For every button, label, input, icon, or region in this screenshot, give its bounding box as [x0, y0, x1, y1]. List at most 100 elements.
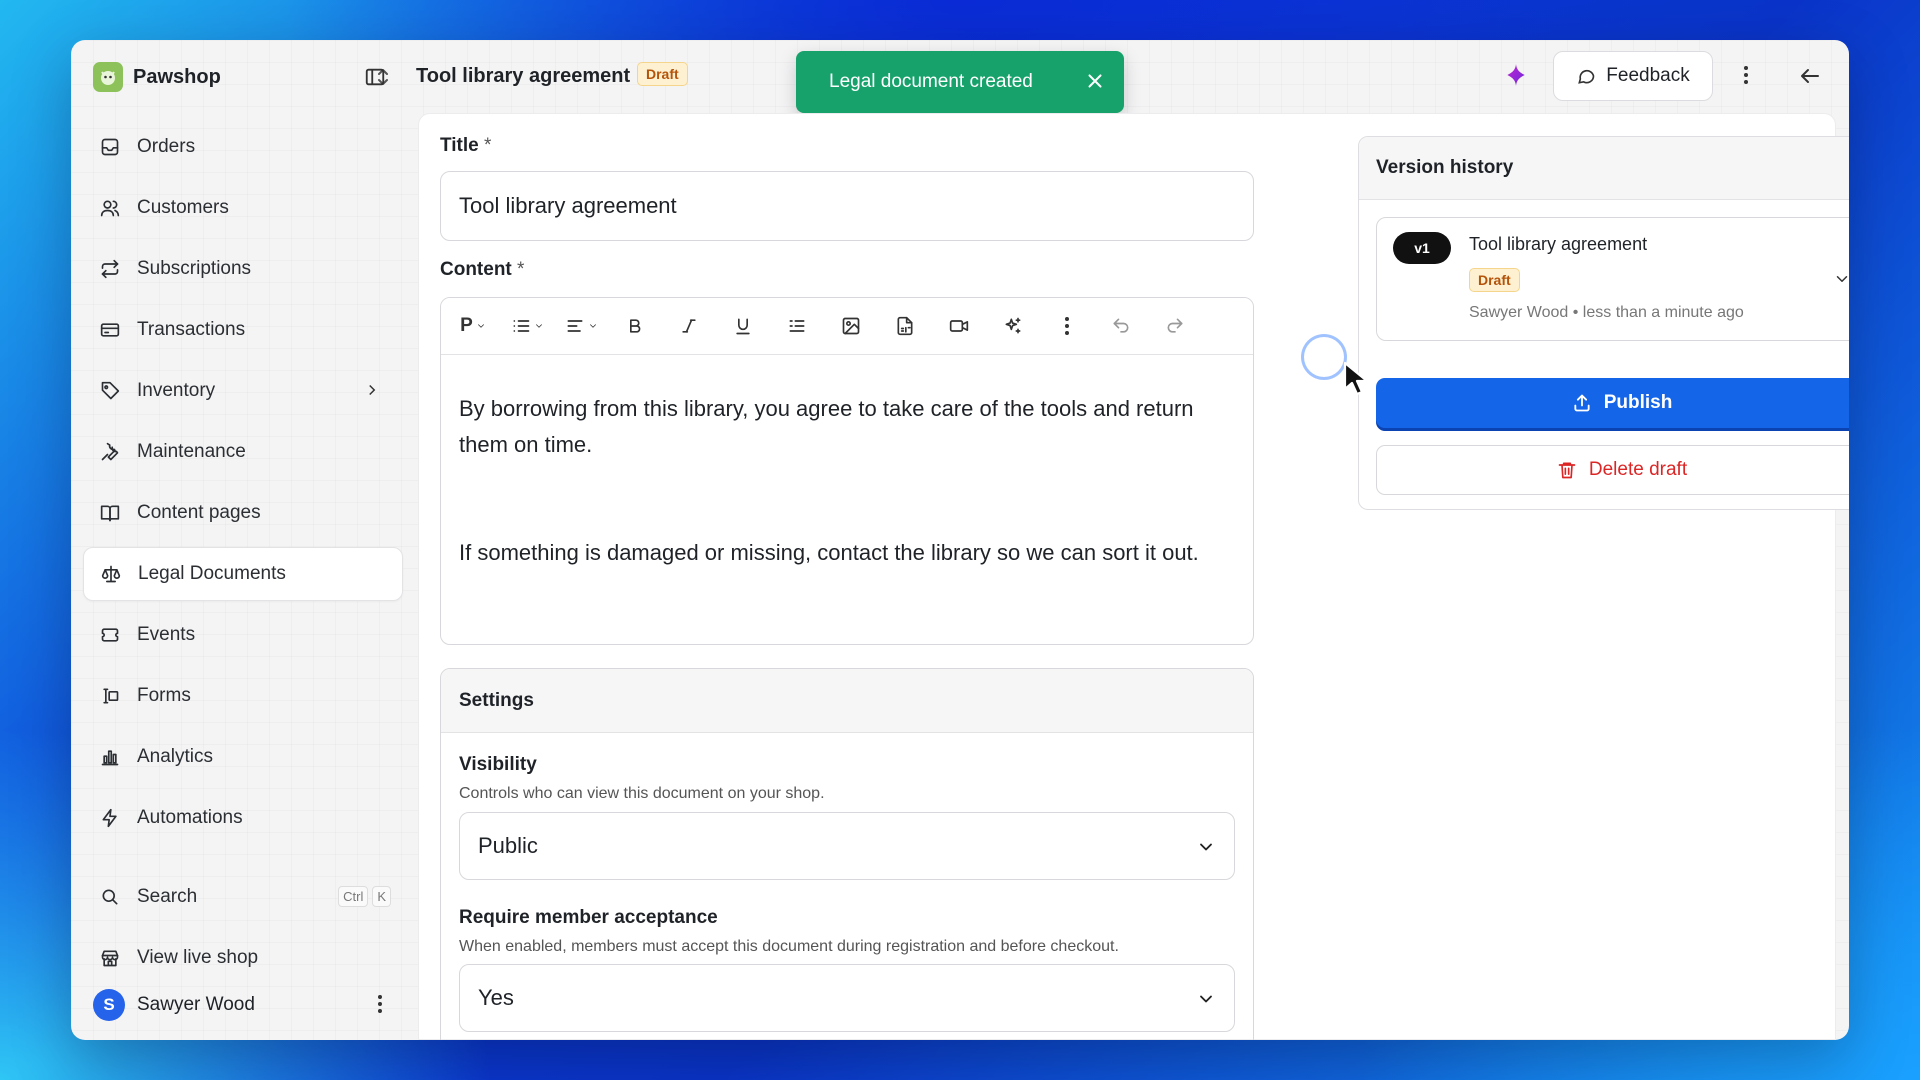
sidebar-item-orders[interactable]: Orders: [83, 120, 403, 174]
file-pdf-icon: [897, 316, 913, 336]
feedback-button[interactable]: Feedback: [1553, 51, 1713, 101]
visibility-select[interactable]: Public: [459, 812, 1235, 880]
more-vertical-icon[interactable]: [377, 995, 383, 1013]
toast-message: Legal document created: [829, 71, 1033, 92]
status-badge: Draft: [637, 62, 688, 86]
inbox-icon: [99, 136, 121, 158]
content-label: Content *: [440, 259, 524, 281]
chevron-down-icon[interactable]: [1833, 270, 1849, 293]
sidebar-item-transactions[interactable]: Transactions: [83, 303, 403, 357]
main-panel: Title * Tool library agreement Content *…: [418, 113, 1849, 1040]
store-icon: [99, 947, 121, 969]
paragraph-style-dropdown[interactable]: P: [453, 306, 493, 346]
sidebar-item-label: Events: [137, 624, 196, 645]
sidebar-toggle-icon[interactable]: [364, 66, 386, 93]
title-input[interactable]: Tool library agreement: [440, 171, 1254, 241]
tag-icon: [99, 380, 121, 402]
video-button[interactable]: [939, 306, 979, 346]
sidebar-item-legal-documents[interactable]: Legal Documents: [83, 547, 403, 601]
underline-button[interactable]: [723, 306, 763, 346]
chevron-right-icon: [363, 381, 381, 405]
shop-switcher[interactable]: Pawshop: [93, 60, 393, 94]
required-mark: *: [484, 135, 492, 156]
visibility-value: Public: [478, 833, 538, 858]
ai-assist-button[interactable]: [993, 306, 1033, 346]
content-paragraph: If something is damaged or missing, cont…: [459, 540, 1199, 565]
sidebar-item-label: Content pages: [137, 502, 261, 523]
image-icon: [842, 317, 860, 335]
close-icon[interactable]: [1084, 70, 1106, 98]
sidebar-item-inventory[interactable]: Inventory: [83, 364, 403, 418]
bold-button[interactable]: [615, 306, 655, 346]
sidebar-item-content-pages[interactable]: Content pages: [83, 486, 403, 540]
version-card[interactable]: v1 Tool library agreement Draft Sawyer W…: [1376, 217, 1849, 341]
repeat-icon: [99, 258, 121, 280]
sidebar-item-label: Subscriptions: [137, 258, 252, 279]
credit-card-icon: [99, 319, 121, 341]
arrow-left-icon[interactable]: [1798, 64, 1822, 93]
italic-icon: [682, 319, 696, 333]
app-window: Pawshop Orders Customers Subscriptions T…: [71, 40, 1849, 1040]
sidebar-item-events[interactable]: Events: [83, 608, 403, 662]
pawshop-logo-icon: [93, 62, 123, 92]
upload-icon: [1574, 394, 1590, 412]
pdf-button[interactable]: [885, 306, 925, 346]
image-button[interactable]: [831, 306, 871, 346]
visibility-help: Controls who can view this document on y…: [459, 785, 825, 802]
delete-draft-button[interactable]: Delete draft: [1376, 445, 1849, 495]
user-menu[interactable]: S Sawyer Wood: [93, 985, 393, 1025]
keyboard-shortcut: Ctrl K: [338, 886, 391, 907]
rich-text-editor: P By borrowing from this library, you ag…: [440, 297, 1254, 645]
acceptance-help: When enabled, members must accept this d…: [459, 938, 1119, 955]
required-mark: *: [517, 259, 525, 280]
form-icon: [99, 685, 121, 707]
chevron-down-icon: [1196, 989, 1216, 1015]
title-label-text: Title: [440, 135, 479, 156]
settings-heading: Settings: [441, 669, 1253, 733]
kbd-ctrl: Ctrl: [338, 886, 369, 907]
shop-name: Pawshop: [133, 65, 221, 88]
italic-button[interactable]: [669, 306, 709, 346]
acceptance-label: Require member acceptance: [459, 907, 718, 928]
sidebar-item-analytics[interactable]: Analytics: [83, 730, 403, 784]
message-circle-icon: [1578, 69, 1595, 84]
sidebar-item-search[interactable]: Search Ctrl K: [83, 870, 403, 924]
editor-content[interactable]: By borrowing from this library, you agre…: [441, 355, 1253, 571]
more-options-button[interactable]: [1047, 306, 1087, 346]
sidebar-item-view-live-shop[interactable]: View live shop: [83, 931, 403, 985]
sidebar-item-automations[interactable]: Automations: [83, 791, 403, 845]
publish-button[interactable]: Publish: [1376, 378, 1849, 428]
underline-icon: [736, 318, 750, 335]
sidebar-item-label: Search: [137, 886, 198, 907]
content-paragraph: By borrowing from this library, you agre…: [459, 396, 1194, 457]
click-indicator: [1301, 334, 1347, 380]
redo-button[interactable]: [1155, 306, 1195, 346]
more-vertical-icon[interactable]: [1744, 66, 1748, 84]
quote-button[interactable]: [777, 306, 817, 346]
sidebar-item-maintenance[interactable]: Maintenance: [83, 425, 403, 479]
sidebar-item-label: Customers: [137, 197, 229, 218]
undo-button[interactable]: [1101, 306, 1141, 346]
ai-sparkle-icon[interactable]: [1503, 62, 1529, 93]
list-dropdown[interactable]: [507, 306, 547, 346]
book-icon: [99, 502, 121, 524]
sidebar-item-customers[interactable]: Customers: [83, 181, 403, 235]
toast-notification: Legal document created: [796, 51, 1124, 113]
sidebar-item-label: Forms: [137, 685, 191, 706]
redo-icon: [1167, 318, 1183, 333]
bar-chart-icon: [99, 746, 121, 768]
scale-icon: [100, 563, 122, 585]
align-dropdown[interactable]: [561, 306, 601, 346]
paragraph-style-label: P: [460, 315, 473, 336]
sidebar-nav: Orders Customers Subscriptions Transacti…: [83, 120, 403, 852]
sidebar: Pawshop Orders Customers Subscriptions T…: [71, 40, 411, 1040]
title-label: Title *: [440, 135, 491, 157]
sidebar-item-subscriptions[interactable]: Subscriptions: [83, 242, 403, 296]
version-title: Tool library agreement: [1469, 234, 1648, 254]
kbd-k: K: [372, 886, 391, 907]
chevron-down-icon: [589, 324, 596, 328]
chevron-down-icon: [477, 324, 484, 328]
sidebar-item-forms[interactable]: Forms: [83, 669, 403, 723]
acceptance-select[interactable]: Yes: [459, 964, 1235, 1032]
avatar: S: [93, 989, 125, 1021]
